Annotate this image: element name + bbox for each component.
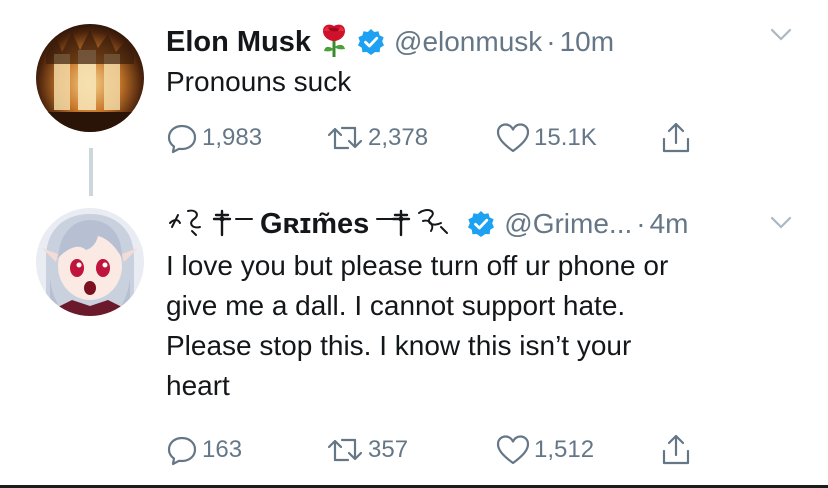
like-count: 15.1K [534, 124, 597, 151]
chevron-down-icon[interactable] [770, 28, 792, 47]
rose-emoji-icon [319, 23, 349, 62]
thread-connector-line [89, 148, 93, 196]
chevron-down-icon[interactable] [770, 216, 792, 235]
reply-icon [167, 436, 197, 466]
share-icon [662, 434, 690, 465]
retweet-count: 2,378 [368, 124, 429, 151]
time-separator: · [546, 26, 556, 57]
time-separator: · [636, 208, 646, 239]
user-handle[interactable]: @elonmusk [394, 26, 542, 58]
tweet-actions: 1,983 2,378 15.1K [166, 118, 726, 158]
name-decoration-left-icon [166, 205, 256, 244]
retweet-button[interactable]: 357 [326, 430, 408, 470]
anime-girl-avatar-icon [36, 208, 144, 316]
display-name[interactable]: Gʀɪm̃es [166, 205, 459, 244]
share-button[interactable] [660, 118, 692, 158]
retweet-icon [327, 126, 363, 150]
tweet-text-line: heart [166, 370, 230, 401]
like-button[interactable]: 1,512 [496, 430, 594, 470]
reply-icon [167, 124, 197, 154]
display-name[interactable]: Elon Musk [166, 26, 311, 59]
tweet-time[interactable]: 4m [650, 208, 689, 240]
reply-button[interactable]: 1,983 [166, 118, 262, 158]
like-button[interactable]: 15.1K [496, 118, 597, 158]
reply-count: 163 [202, 436, 243, 463]
tweet-text-line: give me a dall. I cannot support hate. [166, 290, 626, 321]
tweet-header: Gʀɪm̃es @Grime... · 4m [166, 202, 689, 246]
share-icon [662, 122, 690, 153]
reply-button[interactable]: 163 [166, 430, 242, 470]
share-button[interactable] [660, 430, 692, 470]
avatar-elon[interactable] [36, 24, 144, 132]
tweet-text: I love you but please turn off ur phone … [166, 246, 806, 406]
tweet-time[interactable]: 10m [560, 26, 614, 58]
heart-icon [496, 123, 530, 153]
grimes-name-text: Gʀɪm̃es [260, 207, 370, 240]
name-decoration-right-icon [375, 205, 459, 244]
reply-count: 1,983 [202, 124, 263, 151]
tweet-actions: 163 357 1,512 [166, 430, 726, 470]
tweet-grimes[interactable]: Gʀɪm̃es @Grime... · 4m I love you but pl… [0, 196, 828, 485]
tweet-text: Pronouns suck [166, 66, 352, 97]
retweet-button[interactable]: 2,378 [326, 118, 428, 158]
avatar-grimes[interactable] [36, 208, 144, 316]
like-count: 1,512 [534, 436, 595, 463]
tweet-text-line: Please stop this. I know this isn’t your [166, 330, 632, 361]
retweet-icon [327, 438, 363, 462]
retweet-count: 357 [368, 436, 409, 463]
tweet-header: Elon Musk @elonmusk · 10m [166, 20, 614, 64]
verified-badge-icon [357, 28, 385, 56]
verified-badge-icon [467, 210, 495, 238]
user-handle[interactable]: @Grime... [504, 208, 632, 240]
flaming-figures-avatar-icon [36, 24, 144, 132]
tweet-elon[interactable]: Elon Musk @elonmusk · 10m Pronouns suck [0, 0, 828, 196]
heart-icon [496, 435, 530, 465]
tweet-text-line: I love you but please turn off ur phone … [166, 250, 669, 281]
